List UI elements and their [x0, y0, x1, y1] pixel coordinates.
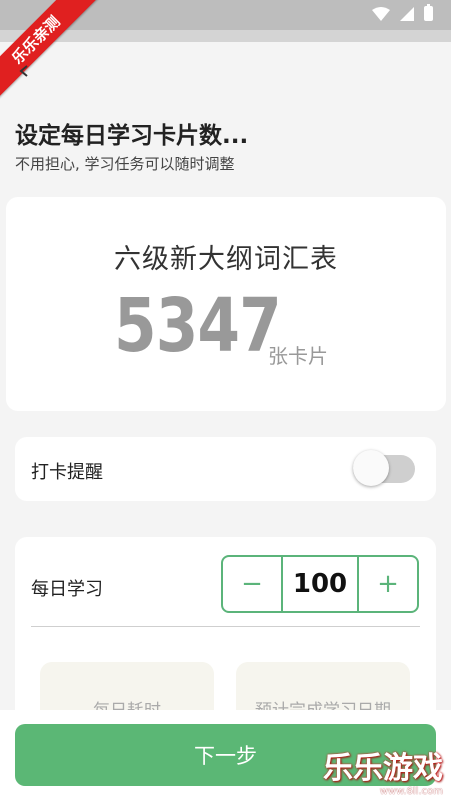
decrement-button[interactable]: −	[223, 557, 281, 611]
divider	[31, 626, 420, 627]
toolbar-strip	[0, 30, 451, 42]
page-subtitle: 不用担心, 学习任务可以随时调整	[15, 155, 235, 173]
card-count-unit: 张卡片	[268, 344, 328, 368]
daily-study-label: 每日学习	[31, 579, 103, 600]
wifi-icon	[372, 6, 390, 21]
battery-icon	[424, 4, 433, 21]
watermark-url: www.6ll.com	[379, 786, 443, 797]
daily-count-value[interactable]: 100	[281, 557, 359, 611]
reminder-toggle[interactable]	[353, 450, 415, 488]
signal-icon	[400, 6, 414, 21]
status-icons	[372, 4, 433, 21]
reminder-label: 打卡提醒	[31, 462, 103, 483]
daily-study-card: 每日学习 − 100 + 每日耗时 预计完成学习日期	[15, 537, 436, 742]
card-count: 5347	[114, 283, 282, 369]
toggle-knob	[353, 450, 389, 486]
watermark-brand: 乐乐游戏	[323, 751, 443, 786]
back-arrow-icon[interactable]	[18, 64, 32, 78]
increment-button[interactable]: +	[359, 557, 417, 611]
reminder-card: 打卡提醒	[15, 437, 436, 501]
watermark-logo: 乐乐游戏 www.6ll.com	[323, 752, 443, 798]
vocab-card: 六级新大纲词汇表 5347 张卡片	[6, 197, 446, 411]
page-title: 设定每日学习卡片数...	[15, 123, 249, 149]
vocab-name: 六级新大纲词汇表	[114, 244, 338, 275]
daily-count-stepper: − 100 +	[221, 555, 419, 613]
